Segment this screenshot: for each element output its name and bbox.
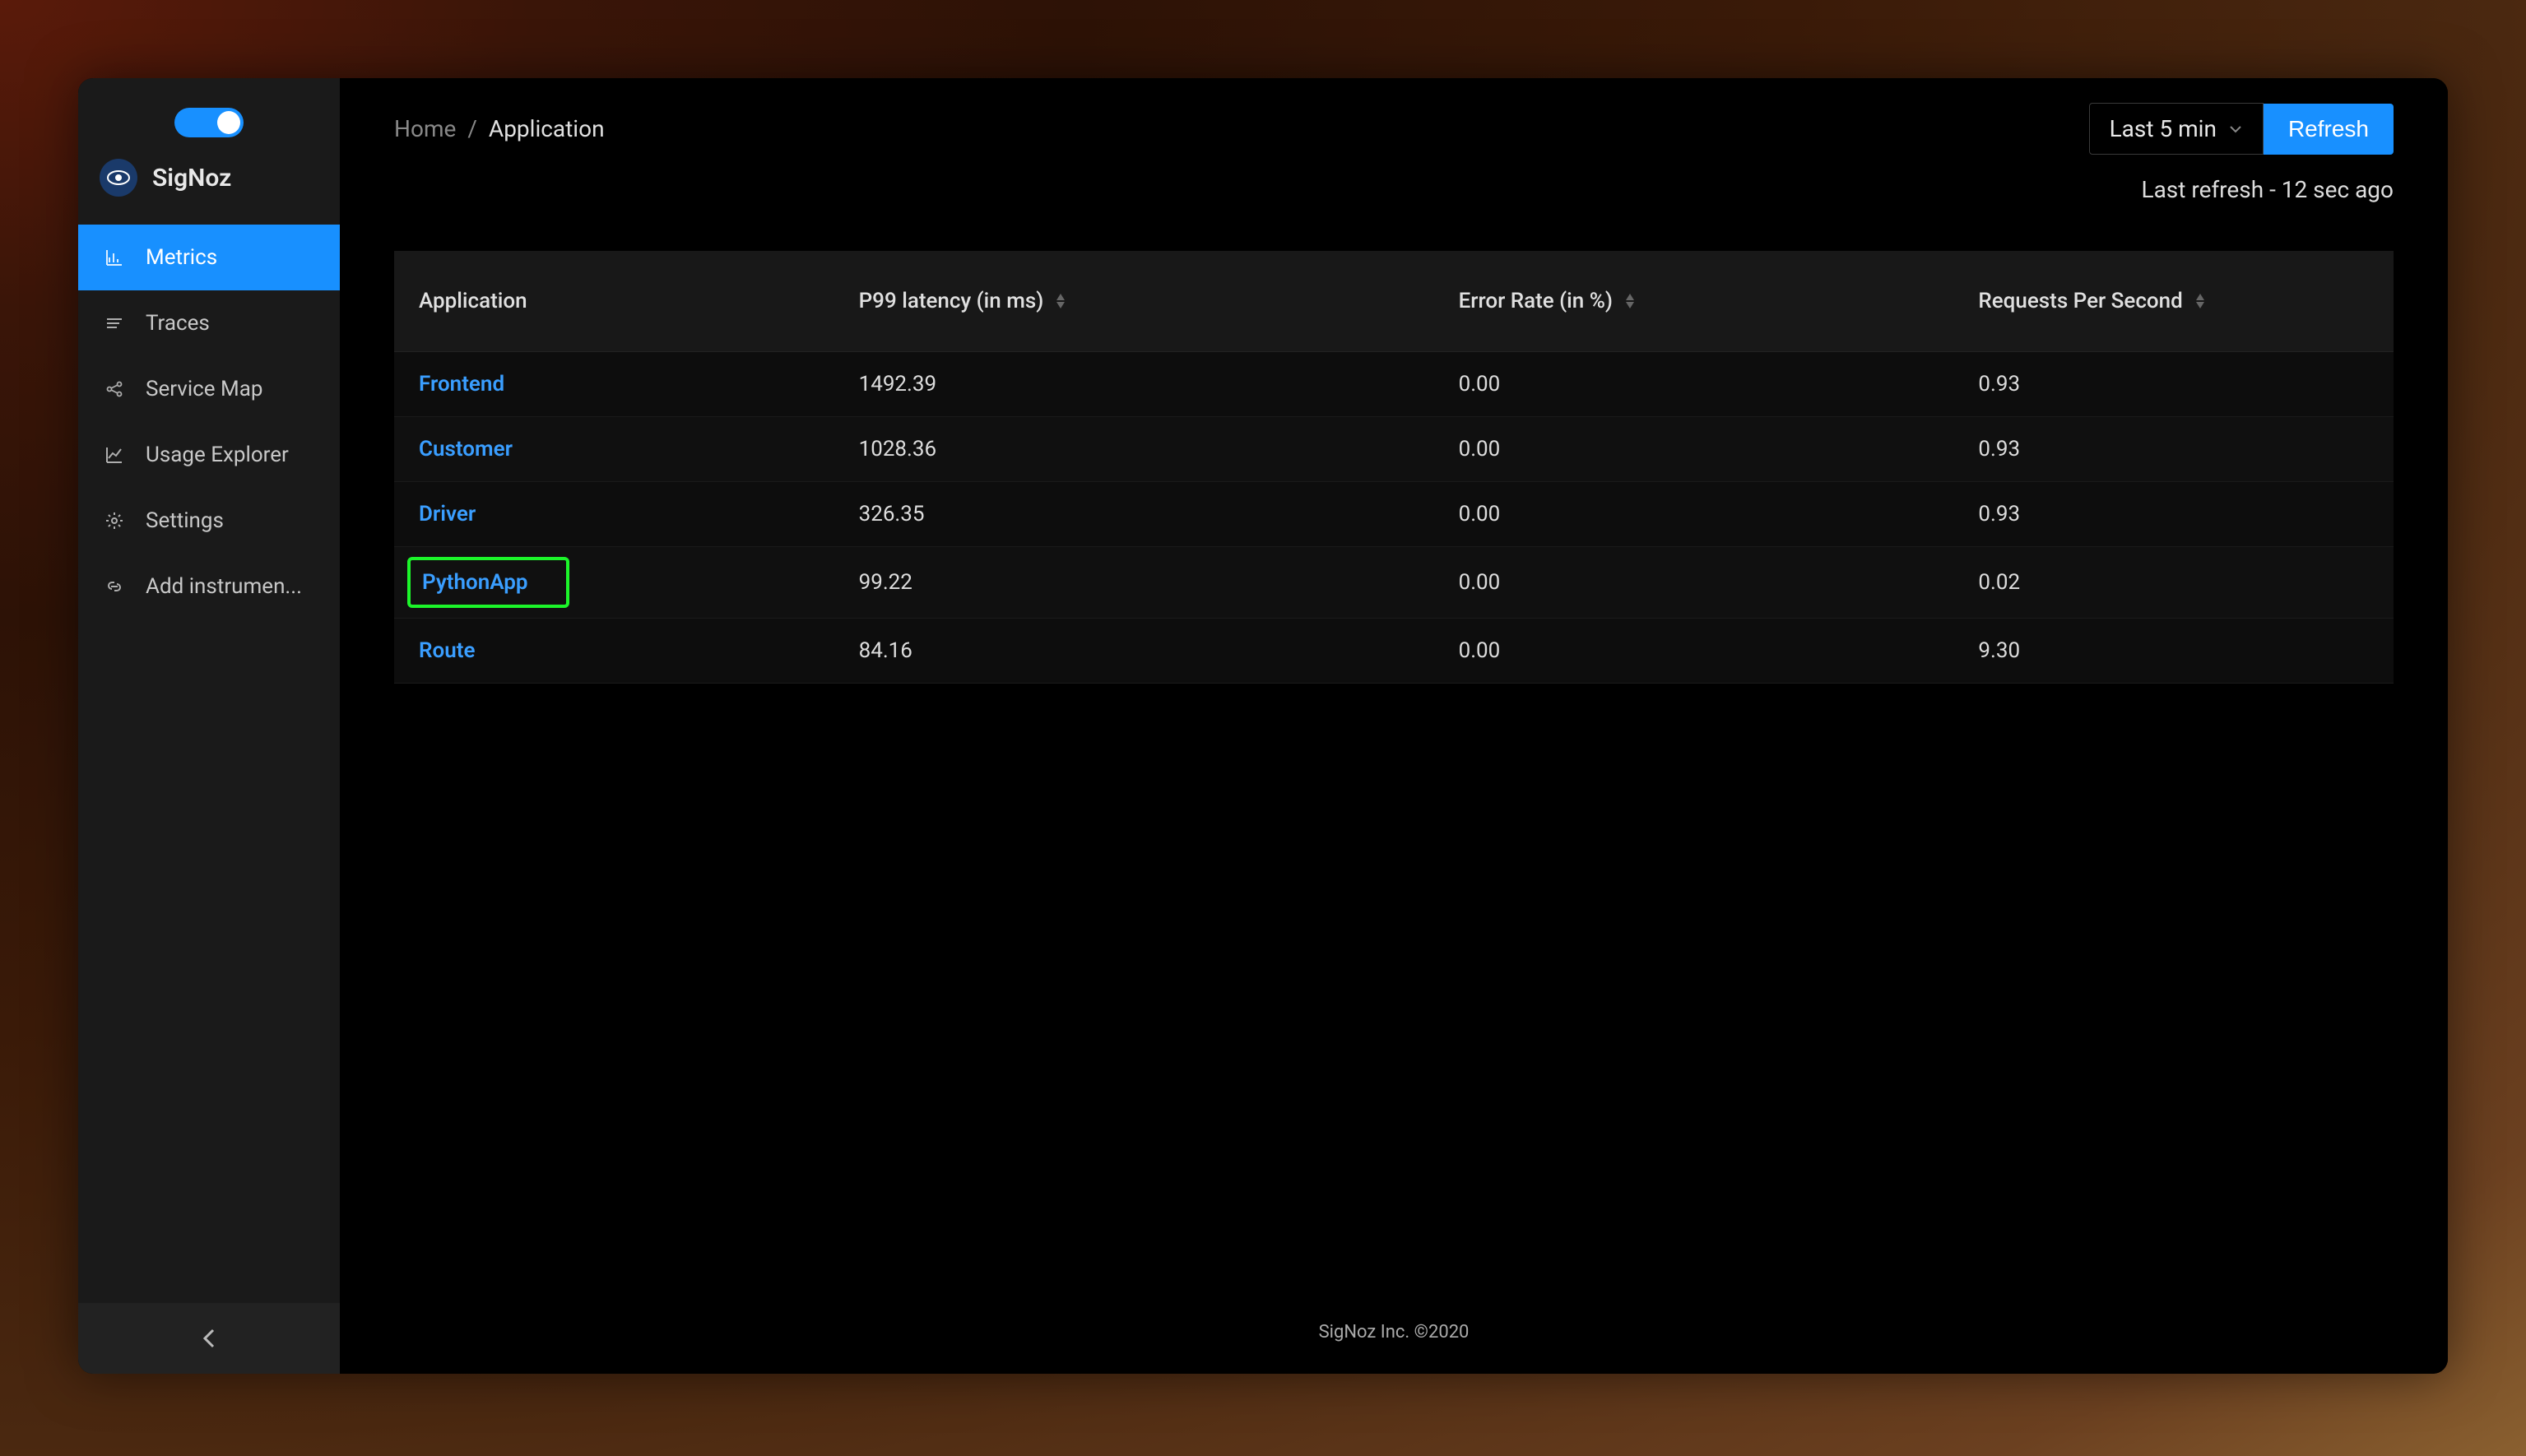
app-link[interactable]: Route — [419, 638, 475, 663]
share-nodes-icon — [103, 378, 126, 401]
sort-icon — [1055, 293, 1066, 309]
app-link[interactable]: Driver — [419, 502, 476, 526]
time-range-select[interactable]: Last 5 min — [2089, 103, 2264, 155]
table-row: PythonApp 99.220.000.02 — [394, 547, 2394, 619]
cell-p99: 1492.39 — [834, 352, 1434, 417]
bar-chart-icon — [103, 246, 126, 269]
table-row: Customer 1028.360.000.93 — [394, 417, 2394, 482]
sidebar-item-usage-explorer[interactable]: Usage Explorer — [78, 422, 340, 488]
sidebar-top: SigNoz — [78, 78, 340, 225]
sidebar-item-label: Add instrumen... — [146, 574, 302, 599]
chevron-down-icon — [2228, 122, 2243, 137]
app-window: SigNoz Metrics Traces Service Map Usage Exp… — [78, 78, 2448, 1374]
applications-table: Application P99 latency (in ms) — [394, 251, 2394, 684]
brand-logo-icon — [100, 159, 137, 197]
col-application[interactable]: Application — [394, 251, 834, 352]
cell-error-rate: 0.00 — [1434, 482, 1954, 547]
cell-rps: 0.93 — [1953, 417, 2394, 482]
cell-rps: 0.93 — [1953, 482, 2394, 547]
topbar: Home / Application Last 5 min Refresh — [340, 78, 2448, 163]
app-link[interactable]: PythonApp — [422, 570, 528, 595]
table-row: Driver 326.350.000.93 — [394, 482, 2394, 547]
refresh-button[interactable]: Refresh — [2264, 104, 2394, 155]
time-range-label: Last 5 min — [2110, 115, 2217, 142]
breadcrumb-sep: / — [456, 115, 489, 142]
app-link[interactable]: Frontend — [419, 372, 504, 396]
breadcrumb-current: Application — [489, 115, 605, 142]
sidebar-item-label: Usage Explorer — [146, 443, 289, 467]
sidebar-item-settings[interactable]: Settings — [78, 488, 340, 554]
cell-application: PythonApp — [394, 547, 834, 619]
col-p99[interactable]: P99 latency (in ms) — [834, 251, 1434, 352]
cell-error-rate: 0.00 — [1434, 547, 1954, 619]
footer-text: SigNoz Inc. ©2020 — [340, 1299, 2448, 1374]
cell-p99: 1028.36 — [834, 417, 1434, 482]
table-row: Route 84.160.009.30 — [394, 619, 2394, 684]
cell-error-rate: 0.00 — [1434, 352, 1954, 417]
line-chart-icon — [103, 443, 126, 466]
cell-p99: 84.16 — [834, 619, 1434, 684]
main-area: Home / Application Last 5 min Refresh La… — [340, 78, 2448, 1374]
cell-rps: 0.93 — [1953, 352, 2394, 417]
cell-p99: 326.35 — [834, 482, 1434, 547]
last-refresh-text: Last refresh - 12 sec ago — [340, 163, 2448, 203]
brand-name: SigNoz — [152, 164, 231, 192]
cell-application: Route — [394, 619, 834, 684]
theme-toggle-wrap — [78, 103, 340, 159]
cell-p99: 99.22 — [834, 547, 1434, 619]
sidebar: SigNoz Metrics Traces Service Map Usage Exp… — [78, 78, 340, 1374]
cell-rps: 9.30 — [1953, 619, 2394, 684]
table-body: Frontend1492.390.000.93Customer1028.360.… — [394, 352, 2394, 684]
col-rps[interactable]: Requests Per Second — [1953, 251, 2394, 352]
sidebar-item-label: Settings — [146, 508, 224, 533]
chevron-left-icon — [202, 1327, 216, 1350]
cell-application: Driver — [394, 482, 834, 547]
table-row: Frontend 1492.390.000.93 — [394, 352, 2394, 417]
sidebar-item-label: Traces — [146, 311, 210, 336]
list-lines-icon — [103, 312, 126, 335]
sidebar-collapse-button[interactable] — [78, 1303, 340, 1374]
link-icon — [103, 575, 126, 598]
app-link[interactable]: Customer — [419, 437, 513, 461]
brand: SigNoz — [78, 159, 340, 213]
sidebar-item-label: Metrics — [146, 245, 217, 270]
content: Application P99 latency (in ms) — [340, 203, 2448, 684]
col-error-rate[interactable]: Error Rate (in %) — [1434, 251, 1954, 352]
sidebar-item-add-instrumen-[interactable]: Add instrumen... — [78, 554, 340, 619]
cell-application: Customer — [394, 417, 834, 482]
sort-icon — [2194, 293, 2206, 309]
cell-rps: 0.02 — [1953, 547, 2394, 619]
sidebar-item-label: Service Map — [146, 377, 262, 401]
theme-toggle[interactable] — [174, 108, 244, 137]
sidebar-nav: Metrics Traces Service Map Usage Explorer Se… — [78, 225, 340, 619]
breadcrumb-home[interactable]: Home — [394, 115, 456, 142]
sort-icon — [1624, 293, 1636, 309]
gear-icon — [103, 509, 126, 532]
cell-application: Frontend — [394, 352, 834, 417]
sidebar-item-metrics[interactable]: Metrics — [78, 225, 340, 290]
sidebar-item-traces[interactable]: Traces — [78, 290, 340, 356]
sidebar-item-service-map[interactable]: Service Map — [78, 356, 340, 422]
cell-error-rate: 0.00 — [1434, 619, 1954, 684]
cell-error-rate: 0.00 — [1434, 417, 1954, 482]
